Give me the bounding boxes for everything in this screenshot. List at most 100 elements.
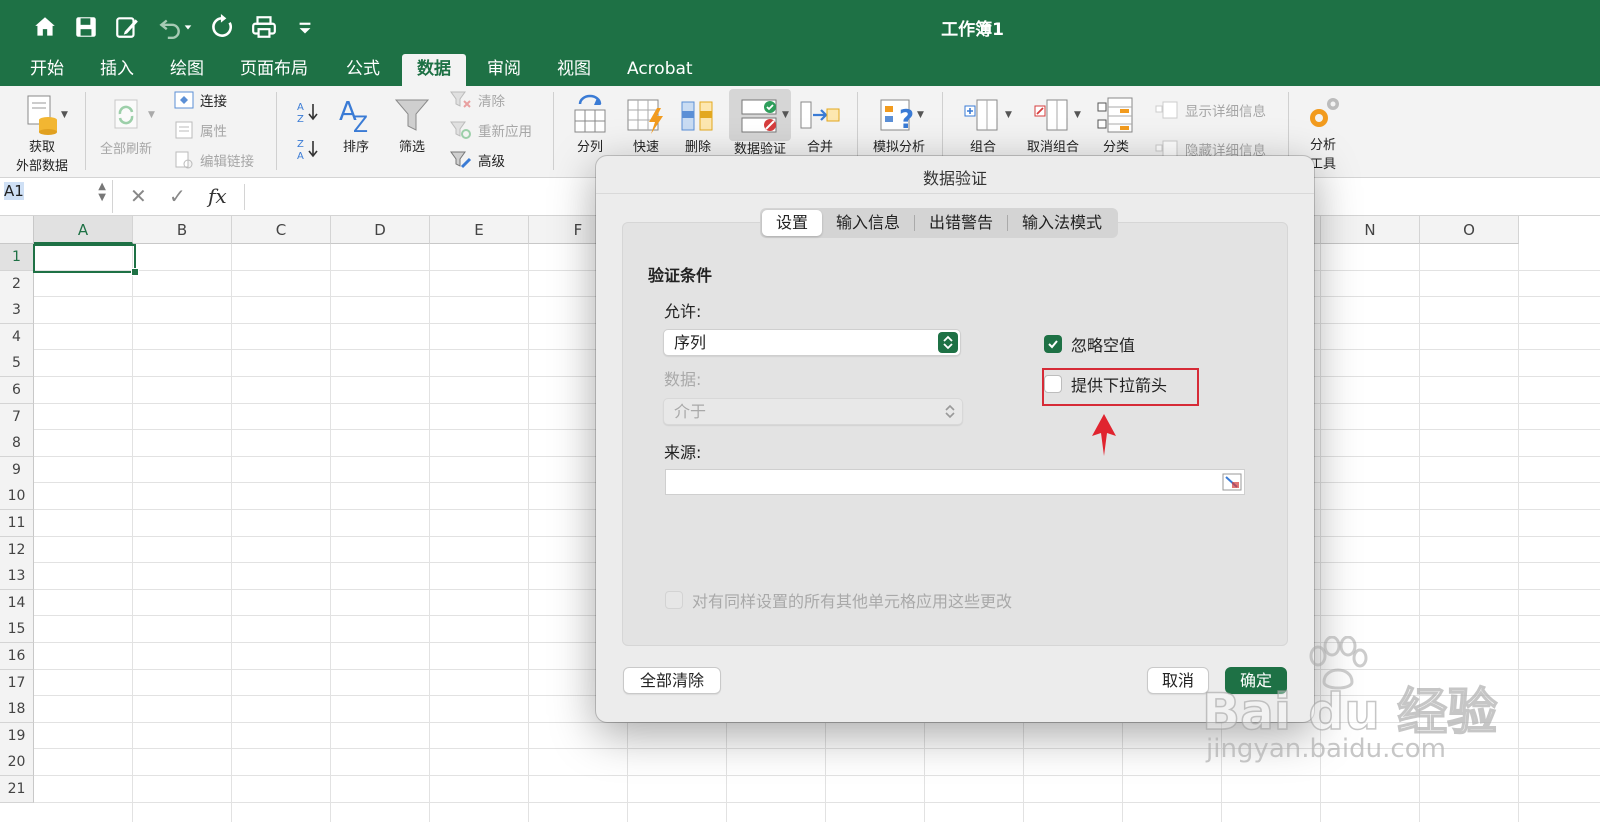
allow-select[interactable]: 序列 bbox=[663, 329, 961, 356]
row-header-1[interactable]: 1 bbox=[0, 244, 34, 271]
column-header-a[interactable]: A bbox=[34, 216, 133, 244]
row-header-3[interactable]: 3 bbox=[0, 297, 34, 325]
ribbon-separator bbox=[553, 92, 554, 170]
properties-button[interactable]: 属性 bbox=[174, 119, 227, 141]
group-button[interactable]: 组合 bbox=[958, 94, 1008, 155]
row-header-17[interactable]: 17 bbox=[0, 669, 34, 697]
sort-ascending-button[interactable]: AZ bbox=[296, 101, 320, 124]
column-header-c[interactable]: C bbox=[232, 216, 331, 244]
range-selector-icon[interactable] bbox=[1222, 473, 1242, 491]
column-header-e[interactable]: E bbox=[430, 216, 529, 244]
tab-insert[interactable]: 插入 bbox=[88, 54, 146, 86]
sort-button[interactable]: A Z 排序 bbox=[336, 94, 376, 155]
column-header-o[interactable]: O bbox=[1420, 216, 1519, 244]
subtotal-button[interactable]: 分类 bbox=[1094, 94, 1138, 155]
filter-button[interactable]: 筛选 bbox=[392, 94, 432, 155]
get-external-data-button[interactable]: 获取 外部数据 bbox=[6, 94, 78, 174]
row-header-18[interactable]: 18 bbox=[0, 696, 34, 724]
show-detail-button[interactable]: 显示详细信息 bbox=[1155, 99, 1266, 121]
tab-view[interactable]: 视图 bbox=[545, 54, 603, 86]
row-header-9[interactable]: 9 bbox=[0, 456, 34, 484]
clear-all-button[interactable]: 全部清除 bbox=[623, 667, 721, 694]
dialog-title: 数据验证 bbox=[922, 169, 987, 188]
row-header-21[interactable]: 21 bbox=[0, 776, 34, 803]
consolidate-button[interactable]: 合并 bbox=[797, 94, 843, 155]
connections-label: 连接 bbox=[200, 94, 227, 110]
source-input[interactable] bbox=[665, 469, 1245, 495]
advanced-filter-button[interactable]: 高级 bbox=[450, 149, 505, 171]
reapply-label: 重新应用 bbox=[478, 124, 532, 140]
apply-to-all-checkbox[interactable]: 对有同样设置的所有其他单元格应用这些更改 bbox=[665, 588, 1012, 612]
text-to-columns-icon bbox=[574, 94, 606, 133]
row-header-8[interactable]: 8 bbox=[0, 430, 34, 458]
row-header-10[interactable]: 10 bbox=[0, 483, 34, 511]
tab-data[interactable]: 数据 bbox=[402, 54, 466, 86]
row-header-4[interactable]: 4 bbox=[0, 323, 34, 351]
annotation-arrow-icon bbox=[1092, 414, 1116, 456]
insert-function-icon[interactable]: fx bbox=[208, 184, 227, 208]
chevron-down-icon[interactable]: ▼ bbox=[917, 110, 924, 120]
row-header-11[interactable]: 11 bbox=[0, 510, 34, 537]
ungroup-button[interactable]: 取消组合 bbox=[1020, 94, 1086, 155]
tab-draw[interactable]: 绘图 bbox=[158, 54, 216, 86]
active-cell-a1[interactable] bbox=[33, 244, 139, 276]
chevron-down-icon[interactable]: ▼ bbox=[782, 110, 789, 120]
reapply-button[interactable]: 重新应用 bbox=[450, 119, 532, 141]
row-header-7[interactable]: 7 bbox=[0, 403, 34, 431]
name-box[interactable]: A1 ▲ ▼ bbox=[0, 180, 113, 213]
text-to-columns-button[interactable]: 分列 bbox=[566, 94, 614, 155]
what-if-analysis-button[interactable]: ? 模拟分析 bbox=[864, 94, 934, 155]
column-header-d[interactable]: D bbox=[331, 216, 430, 244]
confirm-entry-icon[interactable]: ✓ bbox=[169, 184, 186, 208]
tab-error-alert[interactable]: 出错警告 bbox=[915, 210, 1007, 236]
select-stepper-icon bbox=[938, 332, 958, 353]
cancel-button[interactable]: 取消 bbox=[1147, 667, 1209, 694]
tab-home[interactable]: 开始 bbox=[18, 54, 76, 86]
column-header-n[interactable]: N bbox=[1321, 216, 1420, 244]
tab-formulas[interactable]: 公式 bbox=[334, 54, 392, 86]
ok-button[interactable]: 确定 bbox=[1225, 667, 1287, 694]
edit-links-button[interactable]: 编辑链接 bbox=[174, 149, 254, 171]
title-bar: 工作簿1 bbox=[0, 0, 1600, 54]
ungroup-label: 取消组合 bbox=[1026, 140, 1079, 155]
tab-ime-mode[interactable]: 输入法模式 bbox=[1008, 210, 1116, 236]
column-header-b[interactable]: B bbox=[133, 216, 232, 244]
refresh-icon bbox=[114, 99, 138, 129]
row-header-12[interactable]: 12 bbox=[0, 536, 34, 564]
connections-button[interactable]: 连接 bbox=[174, 89, 227, 111]
gridline-vertical bbox=[330, 244, 331, 822]
chevron-down-icon[interactable]: ▼ bbox=[61, 110, 68, 120]
tab-input-message[interactable]: 输入信息 bbox=[822, 210, 914, 236]
chevron-down-icon[interactable]: ▼ bbox=[1005, 110, 1012, 120]
data-validation-button[interactable]: 数据验证 bbox=[728, 94, 792, 157]
tab-settings[interactable]: 设置 bbox=[762, 210, 823, 236]
row-header-19[interactable]: 19 bbox=[0, 722, 34, 750]
row-header-20[interactable]: 20 bbox=[0, 749, 34, 777]
gridline-vertical bbox=[528, 244, 529, 822]
row-header-5[interactable]: 5 bbox=[0, 350, 34, 378]
tab-page-layout[interactable]: 页面布局 bbox=[228, 54, 320, 86]
sort-descending-button[interactable]: ZA bbox=[296, 138, 320, 161]
row-header-16[interactable]: 16 bbox=[0, 643, 34, 670]
cancel-entry-icon[interactable]: ✕ bbox=[130, 184, 147, 208]
chevron-down-icon[interactable]: ▼ bbox=[148, 110, 155, 120]
row-header-13[interactable]: 13 bbox=[0, 563, 34, 591]
row-header-2[interactable]: 2 bbox=[0, 270, 34, 298]
ignore-blank-checkbox[interactable]: 忽略空值 bbox=[1044, 332, 1135, 356]
remove-duplicates-button[interactable]: 删除 bbox=[676, 94, 720, 155]
tab-acrobat[interactable]: Acrobat bbox=[615, 54, 705, 86]
data-select-value: 介于 bbox=[674, 402, 707, 421]
tab-review[interactable]: 审阅 bbox=[475, 54, 533, 86]
svg-text:A: A bbox=[297, 102, 304, 113]
row-header-15[interactable]: 15 bbox=[0, 616, 34, 644]
refresh-all-button[interactable]: 全部刷新 bbox=[94, 96, 158, 157]
row-header-6[interactable]: 6 bbox=[0, 377, 34, 404]
row-header-14[interactable]: 14 bbox=[0, 589, 34, 617]
name-box-stepper-icon[interactable]: ▲ ▼ bbox=[98, 181, 106, 203]
svg-text:Z: Z bbox=[297, 114, 304, 124]
clear-filter-button[interactable]: 清除 bbox=[450, 89, 505, 111]
chevron-down-icon[interactable]: ▼ bbox=[1074, 110, 1081, 120]
flash-fill-button[interactable]: 快速 bbox=[622, 94, 670, 155]
data-operator-select[interactable]: 介于 bbox=[663, 398, 963, 425]
select-all-corner[interactable] bbox=[0, 216, 34, 244]
